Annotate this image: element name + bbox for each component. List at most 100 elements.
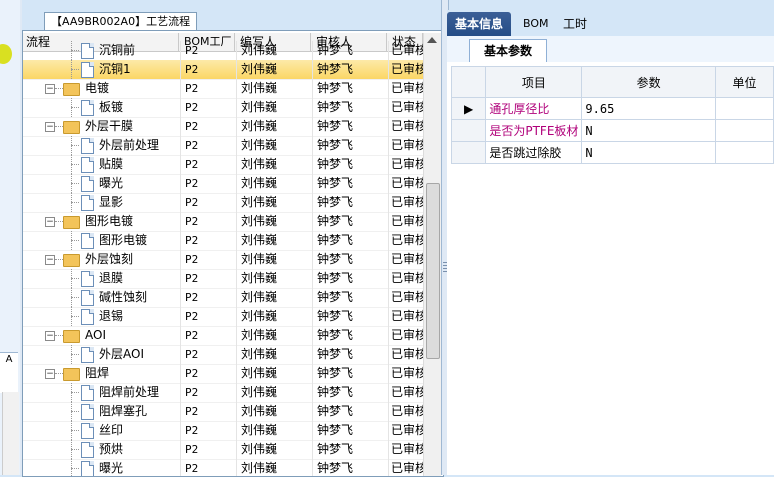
param-value-cell[interactable]: 9.65 <box>581 97 716 120</box>
status-cell: 已审核 <box>391 119 423 133</box>
writer-cell: 刘伟巍 <box>241 81 278 95</box>
tree-connector <box>71 430 79 431</box>
process-row[interactable]: 曝光 P2 刘伟巍 钟梦飞 已审核 <box>23 174 423 194</box>
process-row[interactable]: − 外层干膜 P2 刘伟巍 钟梦飞 已审核 <box>23 117 423 137</box>
col-header-value[interactable]: 参数 <box>581 66 716 98</box>
status-cell: 已审核 <box>391 423 423 437</box>
writer-cell: 刘伟巍 <box>241 442 278 456</box>
tab-work-hours[interactable]: 工时 <box>555 12 595 36</box>
param-value-cell[interactable]: N <box>581 141 716 164</box>
status-cell: 已审核 <box>391 347 423 361</box>
status-cell: 已审核 <box>391 214 423 228</box>
scroll-up-icon[interactable] <box>427 37 437 43</box>
column-divider <box>388 98 389 117</box>
process-row[interactable]: 外层AOI P2 刘伟巍 钟梦飞 已审核 <box>23 345 423 365</box>
column-divider <box>388 155 389 174</box>
tab-basic-params[interactable]: 基本参数 <box>469 39 548 62</box>
document-icon <box>81 404 94 420</box>
process-vertical-scrollbar[interactable] <box>423 33 441 476</box>
process-row[interactable]: − 图形电镀 P2 刘伟巍 钟梦飞 已审核 <box>23 212 423 232</box>
tree-connector <box>71 69 79 70</box>
expand-toggle-icon[interactable]: − <box>45 217 55 227</box>
expand-toggle-icon[interactable]: − <box>45 331 55 341</box>
column-divider <box>388 231 389 250</box>
column-divider <box>180 269 181 288</box>
tab-basic-info[interactable]: 基本信息 <box>447 12 512 36</box>
process-row[interactable]: − 电镀 P2 刘伟巍 钟梦飞 已审核 <box>23 79 423 99</box>
process-row[interactable]: 板镀 P2 刘伟巍 钟梦飞 已审核 <box>23 98 423 118</box>
reviewer-cell: 钟梦飞 <box>317 404 354 418</box>
bom-factory-cell: P2 <box>185 462 199 475</box>
process-row[interactable]: 退锡 P2 刘伟巍 钟梦飞 已审核 <box>23 307 423 327</box>
bom-factory-cell: P2 <box>185 158 199 171</box>
tree-connector <box>71 468 79 469</box>
row-pointer-icon <box>450 141 487 164</box>
process-row[interactable]: 外层前处理 P2 刘伟巍 钟梦飞 已审核 <box>23 136 423 156</box>
param-row[interactable]: ▶ 通孔厚径比 9.65 <box>450 97 774 120</box>
column-divider <box>236 60 237 79</box>
scrollbar-thumb[interactable] <box>426 183 440 359</box>
process-row[interactable]: 图形电镀 P2 刘伟巍 钟梦飞 已审核 <box>23 231 423 251</box>
status-cell: 已审核 <box>391 43 423 57</box>
process-row[interactable]: 贴膜 P2 刘伟巍 钟梦飞 已审核 <box>23 155 423 175</box>
column-divider <box>388 288 389 307</box>
param-item-cell: 通孔厚径比 <box>485 97 583 120</box>
detail-tab-bar: 基本信息 BOM 工时 <box>447 10 774 36</box>
column-divider <box>180 288 181 307</box>
column-divider <box>312 307 313 326</box>
column-divider <box>312 402 313 421</box>
expand-toggle-icon[interactable]: − <box>45 122 55 132</box>
left-strip-scrollbar[interactable] <box>2 392 19 475</box>
writer-cell: 刘伟巍 <box>241 43 278 57</box>
process-row[interactable]: 退膜 P2 刘伟巍 钟梦飞 已审核 <box>23 269 423 289</box>
column-divider <box>388 459 389 476</box>
param-unit-cell[interactable] <box>714 119 774 142</box>
col-header-item[interactable]: 项目 <box>485 66 583 98</box>
process-row[interactable]: 预烘 P2 刘伟巍 钟梦飞 已审核 <box>23 440 423 460</box>
reviewer-cell: 钟梦飞 <box>317 385 354 399</box>
writer-cell: 刘伟巍 <box>241 214 278 228</box>
column-divider <box>312 459 313 476</box>
column-divider <box>388 117 389 136</box>
tab-bom[interactable]: BOM <box>515 12 557 36</box>
column-divider <box>312 60 313 79</box>
param-unit-cell[interactable] <box>714 97 774 120</box>
document-icon <box>81 271 94 287</box>
process-name: 贴膜 <box>99 157 124 171</box>
process-row[interactable]: 丝印 P2 刘伟巍 钟梦飞 已审核 <box>23 421 423 441</box>
process-row[interactable]: 阻焊塞孔 P2 刘伟巍 钟梦飞 已审核 <box>23 402 423 422</box>
param-row[interactable]: 是否为PTFE板材 N <box>450 119 774 142</box>
writer-cell: 刘伟巍 <box>241 62 278 76</box>
sub-tab-bar: 基本参数 <box>447 36 774 63</box>
process-row[interactable]: − AOI P2 刘伟巍 钟梦飞 已审核 <box>23 326 423 346</box>
reviewer-cell: 钟梦飞 <box>317 347 354 361</box>
column-divider <box>388 250 389 269</box>
process-row[interactable]: − 阻焊 P2 刘伟巍 钟梦飞 已审核 <box>23 364 423 384</box>
process-row[interactable]: 显影 P2 刘伟巍 钟梦飞 已审核 <box>23 193 423 213</box>
process-name: 外层蚀刻 <box>85 252 134 266</box>
column-divider <box>388 364 389 383</box>
process-flow-tab[interactable]: 【AA9BR002A0】工艺流程 <box>44 12 198 31</box>
process-row[interactable]: − 外层蚀刻 P2 刘伟巍 钟梦飞 已审核 <box>23 250 423 270</box>
bom-factory-cell: P2 <box>185 367 199 380</box>
expand-toggle-icon[interactable]: − <box>45 255 55 265</box>
column-divider <box>180 307 181 326</box>
expand-toggle-icon[interactable]: − <box>45 84 55 94</box>
expand-toggle-icon[interactable]: − <box>45 369 55 379</box>
tree-connector <box>55 88 63 89</box>
status-cell: 已审核 <box>391 271 423 285</box>
process-row[interactable]: 碱性蚀刻 P2 刘伟巍 钟梦飞 已审核 <box>23 288 423 308</box>
process-row[interactable]: 沉铜前 P2 刘伟巍 钟梦飞 已审核 <box>23 41 423 61</box>
process-name: 碱性蚀刻 <box>99 290 148 304</box>
process-row[interactable]: 阻焊前处理 P2 刘伟巍 钟梦飞 已审核 <box>23 383 423 403</box>
col-header-unit[interactable]: 单位 <box>714 66 774 98</box>
process-row[interactable]: 沉铜1 P2 刘伟巍 钟梦飞 已审核 <box>23 60 423 80</box>
param-row[interactable]: 是否跳过除胶 N <box>450 141 774 164</box>
param-unit-cell[interactable] <box>714 141 774 164</box>
param-value-cell[interactable]: N <box>581 119 716 142</box>
column-divider <box>312 193 313 212</box>
reviewer-cell: 钟梦飞 <box>317 366 354 380</box>
reviewer-cell: 钟梦飞 <box>317 271 354 285</box>
column-divider <box>312 117 313 136</box>
process-row[interactable]: 曝光 P2 刘伟巍 钟梦飞 已审核 <box>23 459 423 476</box>
